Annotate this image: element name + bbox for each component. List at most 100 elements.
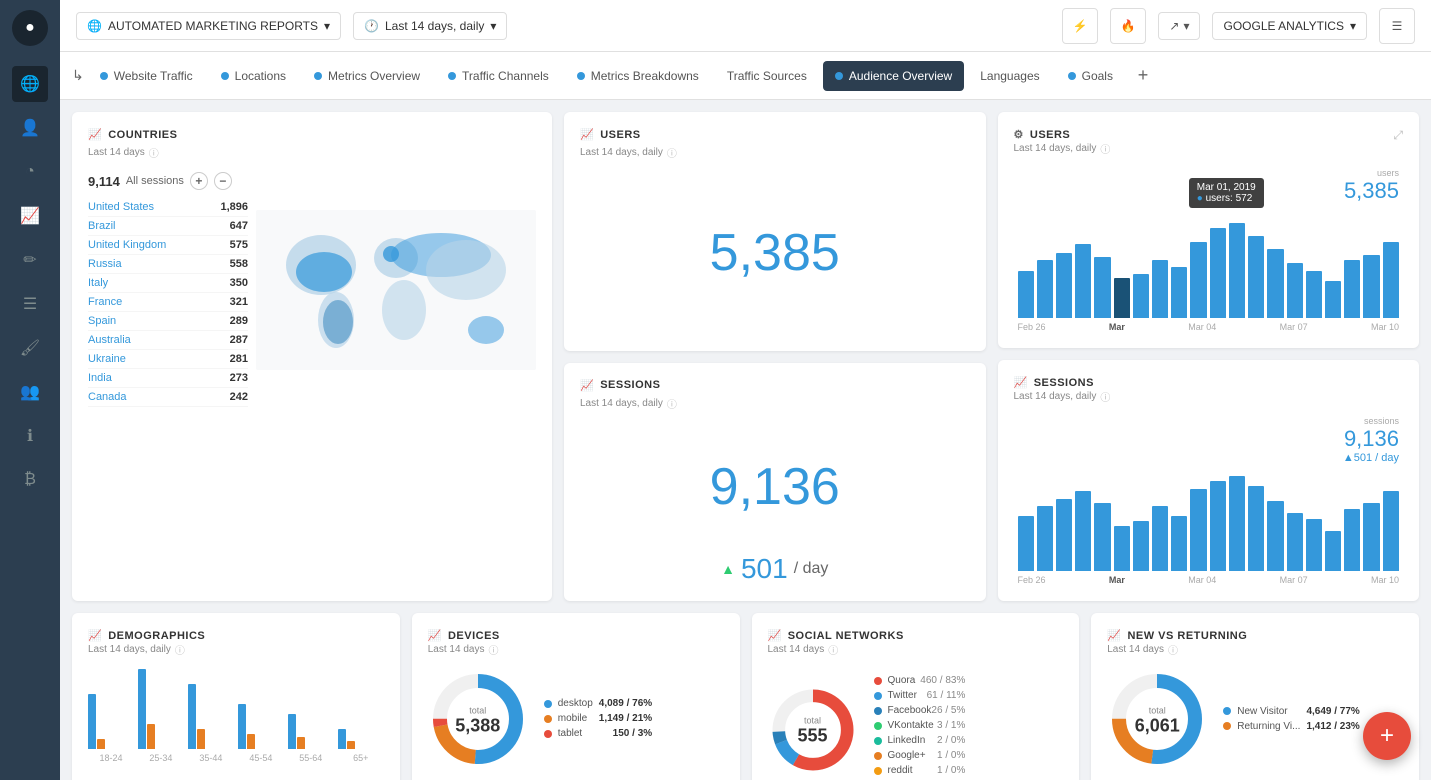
users-metric-title: 📈 USERS	[580, 128, 641, 141]
countries-card: 📈 COUNTRIES Last 14 days ⓘ 9,114 All ses…	[72, 112, 552, 601]
country-value-us: 1,896	[220, 201, 248, 213]
users-bar-8	[1171, 267, 1187, 318]
minus-country-btn[interactable]: −	[214, 172, 232, 190]
sidebar-item-pie[interactable]: ◔	[12, 154, 48, 190]
country-name-es[interactable]: Spain	[88, 315, 116, 327]
legend-desktop-name: desktop	[558, 698, 593, 709]
report-selector[interactable]: 🌐 AUTOMATED MARKETING REPORTS ▾	[76, 12, 341, 40]
users-bar-11	[1229, 223, 1245, 318]
fab-button[interactable]: +	[1363, 712, 1411, 760]
tab-metrics-overview[interactable]: Metrics Overview	[302, 61, 432, 91]
metrics-breakdowns-dot	[577, 72, 585, 80]
country-value-br: 647	[230, 220, 248, 232]
social-networks-card: 📈 SOCIAL NETWORKS Last 14 days ⓘ	[752, 613, 1080, 780]
demographics-subtitle: Last 14 days, daily ⓘ	[88, 642, 384, 657]
sidebar-item-edit[interactable]: ✏	[12, 242, 48, 278]
sidebar-item-user[interactable]: 👥	[12, 374, 48, 410]
tab-audience-overview[interactable]: Audience Overview	[823, 61, 964, 91]
country-row-ca: Canada 242	[88, 388, 248, 407]
sessions-bar-19	[1383, 491, 1399, 571]
analytics-dropdown-arrow-icon: ▾	[1350, 19, 1356, 33]
country-name-br[interactable]: Brazil	[88, 220, 116, 232]
social-gplus-dot	[874, 752, 882, 760]
fire-icon: 🔥	[1121, 19, 1136, 33]
users-chart-header: ⚙ USERS Last 14 days, daily ⓘ ⤢	[1014, 128, 1404, 168]
sessions-chart-info-icon: ⓘ	[1100, 389, 1110, 404]
sidebar-item-info[interactable]: ℹ	[12, 418, 48, 454]
country-row-it: Italy 350	[88, 274, 248, 293]
country-name-in[interactable]: India	[88, 372, 112, 384]
country-name-uk[interactable]: United Kingdom	[88, 239, 166, 251]
nav-back-arrow[interactable]: ↳	[72, 67, 84, 84]
sidebar-item-coin[interactable]: ₿	[12, 462, 48, 498]
tab-metrics-breakdowns[interactable]: Metrics Breakdowns	[565, 61, 711, 91]
sidebar-item-analytics[interactable]: 📈	[12, 198, 48, 234]
demo-label-2534: 25-34	[138, 753, 184, 763]
users-chart-value-label: users 5,385	[1344, 168, 1399, 204]
tab-locations[interactable]: Locations	[209, 61, 298, 91]
demo-bar-5564-female	[297, 737, 305, 749]
social-info-icon: ⓘ	[828, 642, 838, 657]
analytics-selector[interactable]: GOOGLE ANALYTICS ▾	[1212, 12, 1367, 40]
country-name-ca[interactable]: Canada	[88, 391, 127, 403]
dashboard-content: 📈 COUNTRIES Last 14 days ⓘ 9,114 All ses…	[60, 100, 1431, 780]
social-subtitle: Last 14 days ⓘ	[768, 642, 1064, 657]
fire-btn[interactable]: 🔥	[1110, 8, 1146, 44]
total-sessions-label: All sessions	[126, 175, 184, 187]
country-name-us[interactable]: United States	[88, 201, 154, 213]
sessions-metric-header: 📈 SESSIONS	[580, 379, 970, 392]
social-linkedin-dot	[874, 737, 882, 745]
sidebar-item-globe[interactable]: 🌐	[12, 66, 48, 102]
country-name-ua[interactable]: Ukraine	[88, 353, 126, 365]
sidebar-item-users[interactable]: 👤	[12, 110, 48, 146]
tab-goals[interactable]: Goals	[1056, 61, 1125, 91]
demographics-bars	[88, 669, 384, 749]
sessions-bar-17	[1344, 509, 1360, 571]
sessions-chart-header-left: 📈 SESSIONS Last 14 days, daily ⓘ	[1014, 376, 1111, 416]
dropdown-arrow-icon: ▾	[324, 19, 330, 33]
users-chart-title: ⚙ USERS	[1014, 128, 1111, 141]
social-reddit-vals: 1 / 0%	[937, 765, 965, 776]
add-country-btn[interactable]: +	[190, 172, 208, 190]
country-name-fr[interactable]: France	[88, 296, 122, 308]
tab-languages[interactable]: Languages	[968, 61, 1051, 91]
country-name-au[interactable]: Australia	[88, 334, 131, 346]
social-vk-name: VKontakte	[874, 720, 934, 731]
country-row-in: India 273	[88, 369, 248, 388]
date-dropdown-arrow-icon: ▾	[490, 19, 496, 33]
demo-info-icon: ⓘ	[175, 642, 185, 657]
users-bar-0	[1018, 271, 1034, 319]
expand-icon[interactable]: ⤢	[1393, 128, 1403, 143]
sidebar-item-list[interactable]: ☰	[12, 286, 48, 322]
legend-tablet: tablet 150 / 3%	[544, 728, 652, 739]
report-name: AUTOMATED MARKETING REPORTS	[108, 19, 318, 33]
date-range-selector[interactable]: 🕐 Last 14 days, daily ▾	[353, 12, 507, 40]
lightning-btn[interactable]: ⚡	[1062, 8, 1098, 44]
devices-donut-container: total 5,388 desktop 4,089 / 76% mobile	[428, 669, 724, 772]
country-value-in: 273	[230, 372, 248, 384]
share-btn[interactable]: ↗ ▾	[1158, 12, 1200, 40]
tab-website-traffic[interactable]: Website Traffic	[88, 61, 205, 91]
demo-trend-icon: 📈	[88, 629, 102, 642]
users-bar-2	[1056, 253, 1072, 318]
tab-traffic-sources[interactable]: Traffic Sources	[715, 61, 819, 91]
tab-traffic-channels[interactable]: Traffic Channels	[436, 61, 561, 91]
sessions-chart-trend-icon: 📈	[1014, 376, 1028, 389]
metrics-overview-dot	[314, 72, 322, 80]
legend-mobile: mobile 1,149 / 21%	[544, 713, 652, 724]
country-name-ru[interactable]: Russia	[88, 258, 122, 270]
sessions-chart-xaxis: Feb 26 Mar Mar 04 Mar 07 Mar 10	[1014, 575, 1404, 585]
country-row-es: Spain 289	[88, 312, 248, 331]
country-value-au: 287	[230, 334, 248, 346]
app-logo[interactable]: ●	[12, 10, 48, 46]
demo-group-4554	[238, 704, 284, 749]
menu-btn[interactable]: ☰	[1379, 8, 1415, 44]
social-twitter-dot	[874, 692, 882, 700]
users-bar-3	[1075, 244, 1091, 318]
country-name-it[interactable]: Italy	[88, 277, 108, 289]
add-tab-button[interactable]: +	[1129, 62, 1157, 90]
country-row-ua: Ukraine 281	[88, 350, 248, 369]
chart-tooltip: Mar 01, 2019 ● users: 572	[1189, 178, 1264, 208]
social-facebook-vals: 26 / 5%	[931, 705, 965, 716]
sidebar-item-brush[interactable]: 🖌	[12, 330, 48, 366]
